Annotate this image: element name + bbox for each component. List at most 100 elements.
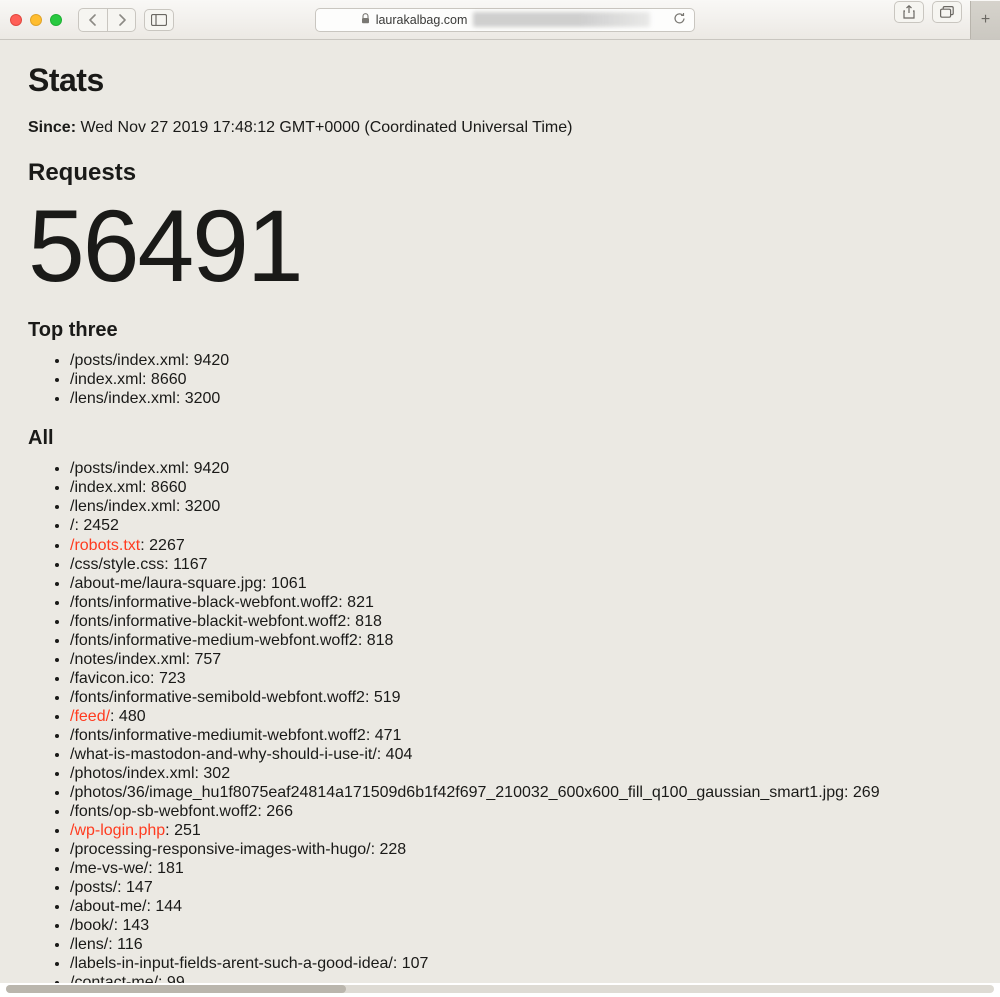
request-count: 480: [119, 708, 146, 725]
window-controls: [10, 14, 62, 26]
list-item: /lens/: 116: [70, 935, 972, 954]
request-count: 821: [347, 594, 374, 611]
request-path: /lens/: [70, 936, 108, 953]
request-path: /: [70, 517, 74, 534]
list-item: /index.xml: 8660: [70, 371, 972, 390]
list-item: /feed/: 480: [70, 707, 972, 726]
request-count: 1167: [173, 556, 207, 573]
address-bar[interactable]: laurakalbag.com /▇▇▇▇▇▇▇▇▇▇▇▇▇▇▇▇▇▇: [315, 8, 695, 32]
request-path: /posts/index.xml: [70, 460, 185, 477]
list-item: /photos/index.xml: 302: [70, 764, 972, 783]
list-item: /fonts/informative-black-webfont.woff2: …: [70, 593, 972, 612]
request-path: /fonts/informative-blackit-webfont.woff2: [70, 613, 346, 630]
request-count: 9420: [194, 460, 230, 477]
list-item: /fonts/informative-mediumit-webfont.woff…: [70, 726, 972, 745]
list-item: /book/: 143: [70, 916, 972, 935]
request-path: /fonts/informative-mediumit-webfont.woff…: [70, 727, 366, 744]
minimize-window-button[interactable]: [30, 14, 42, 26]
all-list: /posts/index.xml: 9420/index.xml: 8660/l…: [28, 460, 972, 983]
request-count: 116: [117, 936, 143, 953]
request-count: 8660: [151, 479, 187, 496]
show-tabs-button[interactable]: [932, 1, 962, 23]
list-item: /fonts/informative-blackit-webfont.woff2…: [70, 612, 972, 631]
request-path: /about-me/: [70, 898, 146, 915]
list-item: /index.xml: 8660: [70, 479, 972, 498]
request-path: /contact-me/: [70, 974, 158, 983]
request-count: 818: [355, 613, 382, 630]
request-path: /what-is-mastodon-and-why-should-i-use-i…: [70, 746, 377, 763]
request-path: /posts/index.xml: [70, 352, 185, 369]
request-count: 2267: [149, 537, 185, 554]
list-item: /lens/index.xml: 3200: [70, 498, 972, 517]
request-path: /feed/: [70, 708, 110, 725]
forward-button[interactable]: [107, 9, 135, 31]
list-item: /posts/: 147: [70, 878, 972, 897]
request-count: 757: [195, 651, 222, 668]
list-item: /lens/index.xml: 3200: [70, 390, 972, 409]
request-path: /fonts/informative-black-webfont.woff2: [70, 594, 338, 611]
request-count: 9420: [194, 352, 230, 369]
lock-icon: [361, 13, 370, 27]
since-label: Since:: [28, 119, 76, 136]
request-count: 147: [126, 879, 153, 896]
list-item: /favicon.ico: 723: [70, 669, 972, 688]
request-count: 99: [167, 974, 185, 983]
request-path: /notes/index.xml: [70, 651, 186, 668]
request-count: 723: [159, 670, 186, 687]
new-tab-button[interactable]: +: [970, 1, 1000, 39]
page-content: Stats Since: Wed Nov 27 2019 17:48:12 GM…: [0, 40, 1000, 983]
request-path: /index.xml: [70, 479, 142, 496]
request-count: 143: [122, 917, 149, 934]
list-item: /about-me/laura-square.jpg: 1061: [70, 574, 972, 593]
request-count: 144: [155, 898, 182, 915]
requests-heading: Requests: [28, 159, 972, 187]
list-item: /what-is-mastodon-and-why-should-i-use-i…: [70, 745, 972, 764]
request-path: /fonts/informative-medium-webfont.woff2: [70, 632, 358, 649]
request-path: /index.xml: [70, 371, 142, 388]
requests-total: 56491: [28, 195, 972, 297]
reload-button[interactable]: [673, 12, 686, 28]
share-button[interactable]: [894, 1, 924, 23]
list-item: /labels-in-input-fields-arent-such-a-goo…: [70, 954, 972, 973]
request-count: 2452: [83, 517, 119, 534]
chevron-left-icon: [88, 14, 98, 26]
request-count: 404: [386, 746, 413, 763]
request-path: /favicon.ico: [70, 670, 150, 687]
url-path-obscured: /▇▇▇▇▇▇▇▇▇▇▇▇▇▇▇▇▇▇: [473, 12, 650, 27]
list-item: /fonts/informative-medium-webfont.woff2:…: [70, 631, 972, 650]
request-count: 251: [174, 822, 201, 839]
list-item: /posts/index.xml: 9420: [70, 460, 972, 479]
scrollbar-thumb[interactable]: [6, 985, 346, 993]
list-item: /processing-responsive-images-with-hugo/…: [70, 840, 972, 859]
request-count: 181: [157, 860, 184, 877]
zoom-window-button[interactable]: [50, 14, 62, 26]
request-count: 3200: [185, 390, 221, 407]
list-item: /photos/36/image_hu1f8075eaf24814a171509…: [70, 783, 972, 802]
close-window-button[interactable]: [10, 14, 22, 26]
request-count: 519: [374, 689, 401, 706]
request-count: 818: [367, 632, 394, 649]
address-bar-container: laurakalbag.com /▇▇▇▇▇▇▇▇▇▇▇▇▇▇▇▇▇▇: [255, 8, 755, 32]
list-item: /me-vs-we/: 181: [70, 859, 972, 878]
sidebar-icon: [151, 14, 167, 26]
toolbar-right: +: [894, 1, 990, 39]
list-item: /fonts/informative-semibold-webfont.woff…: [70, 688, 972, 707]
request-count: 8660: [151, 371, 187, 388]
list-item: /notes/index.xml: 757: [70, 650, 972, 669]
request-count: 3200: [185, 498, 221, 515]
list-item: /wp-login.php: 251: [70, 821, 972, 840]
show-sidebar-button[interactable]: [144, 9, 174, 31]
horizontal-scrollbar[interactable]: [6, 985, 994, 993]
back-button[interactable]: [79, 9, 107, 31]
request-path: /processing-responsive-images-with-hugo/: [70, 841, 371, 858]
request-path: /lens/index.xml: [70, 498, 176, 515]
request-path: /robots.txt: [70, 537, 140, 554]
share-icon: [903, 5, 915, 19]
list-item: /contact-me/: 99: [70, 973, 972, 983]
request-path: /fonts/informative-semibold-webfont.woff…: [70, 689, 365, 706]
url-host: laurakalbag.com: [376, 13, 468, 27]
list-item: /about-me/: 144: [70, 897, 972, 916]
request-path: /posts/: [70, 879, 117, 896]
request-path: /wp-login.php: [70, 822, 165, 839]
tabs-icon: [940, 6, 954, 18]
